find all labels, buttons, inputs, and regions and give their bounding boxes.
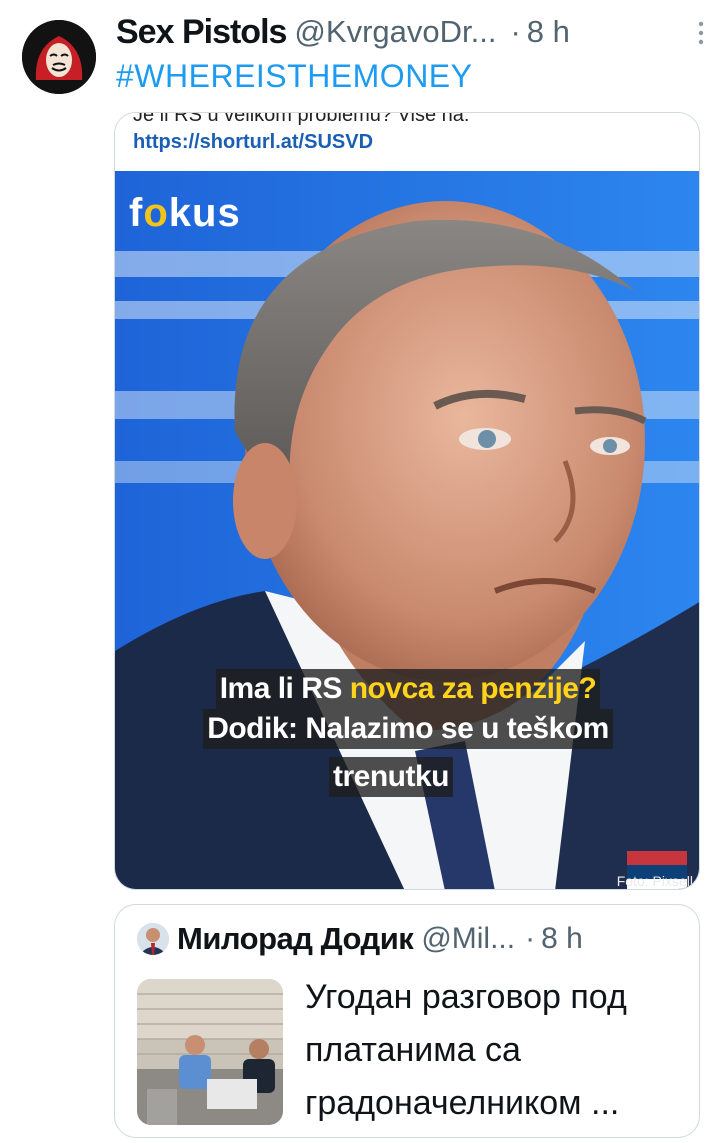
quoted-thumbnail[interactable] xyxy=(137,979,283,1125)
media-card[interactable]: Je li RS u velikom problemu? Više na: ht… xyxy=(114,112,700,890)
headline-line-3: trenutku xyxy=(329,757,453,797)
display-name[interactable]: Sex Pistols xyxy=(116,13,287,52)
quoted-tweet[interactable]: Милорад Додик @Mil... · 8 h Угодан разго… xyxy=(114,904,700,1138)
more-vertical-icon[interactable] xyxy=(696,20,706,46)
user-handle[interactable]: @KvrgavoDr... xyxy=(294,14,496,50)
quoted-text: Угодан разговор под платанима са градона… xyxy=(305,978,627,1122)
media-caption-strip: Je li RS u velikom problemu? Više na: ht… xyxy=(115,112,699,171)
separator-dot: · xyxy=(525,922,536,955)
quoted-timestamp[interactable]: 8 h xyxy=(541,922,583,956)
fokus-logo: fokus xyxy=(129,191,241,235)
tweet-header: Sex Pistols @KvrgavoDr... · 8 h xyxy=(116,12,706,52)
cropped-caption-text: Je li RS u velikom problemu? Više na: xyxy=(133,112,470,126)
timestamp[interactable]: 8 h xyxy=(527,14,570,50)
headline-overlay: Ima li RS novca za penzije? Dodik: Nalaz… xyxy=(115,669,699,749)
avatar[interactable] xyxy=(22,20,96,94)
hashtag-link[interactable]: #WHEREISTHEMONEY xyxy=(116,58,472,95)
money-heist-mask-icon xyxy=(22,20,96,94)
short-link[interactable]: https://shorturl.at/SUSVD xyxy=(133,131,373,154)
separator-dot: · xyxy=(510,14,521,49)
headline-line-2: Dodik: Nalazimo se u teškom xyxy=(203,709,613,749)
headline-line-1: Ima li RS novca za penzije? xyxy=(215,669,601,709)
quoted-avatar[interactable] xyxy=(137,923,169,955)
quoted-display-name[interactable]: Милорад Додик xyxy=(177,921,414,957)
quoted-header: Милорад Додик @Mil... · 8 h xyxy=(177,919,583,959)
quoted-handle[interactable]: @Mil... xyxy=(421,922,515,956)
photo-credit: Foto: Pixsell xyxy=(616,873,693,889)
person-avatar-icon xyxy=(137,923,169,955)
